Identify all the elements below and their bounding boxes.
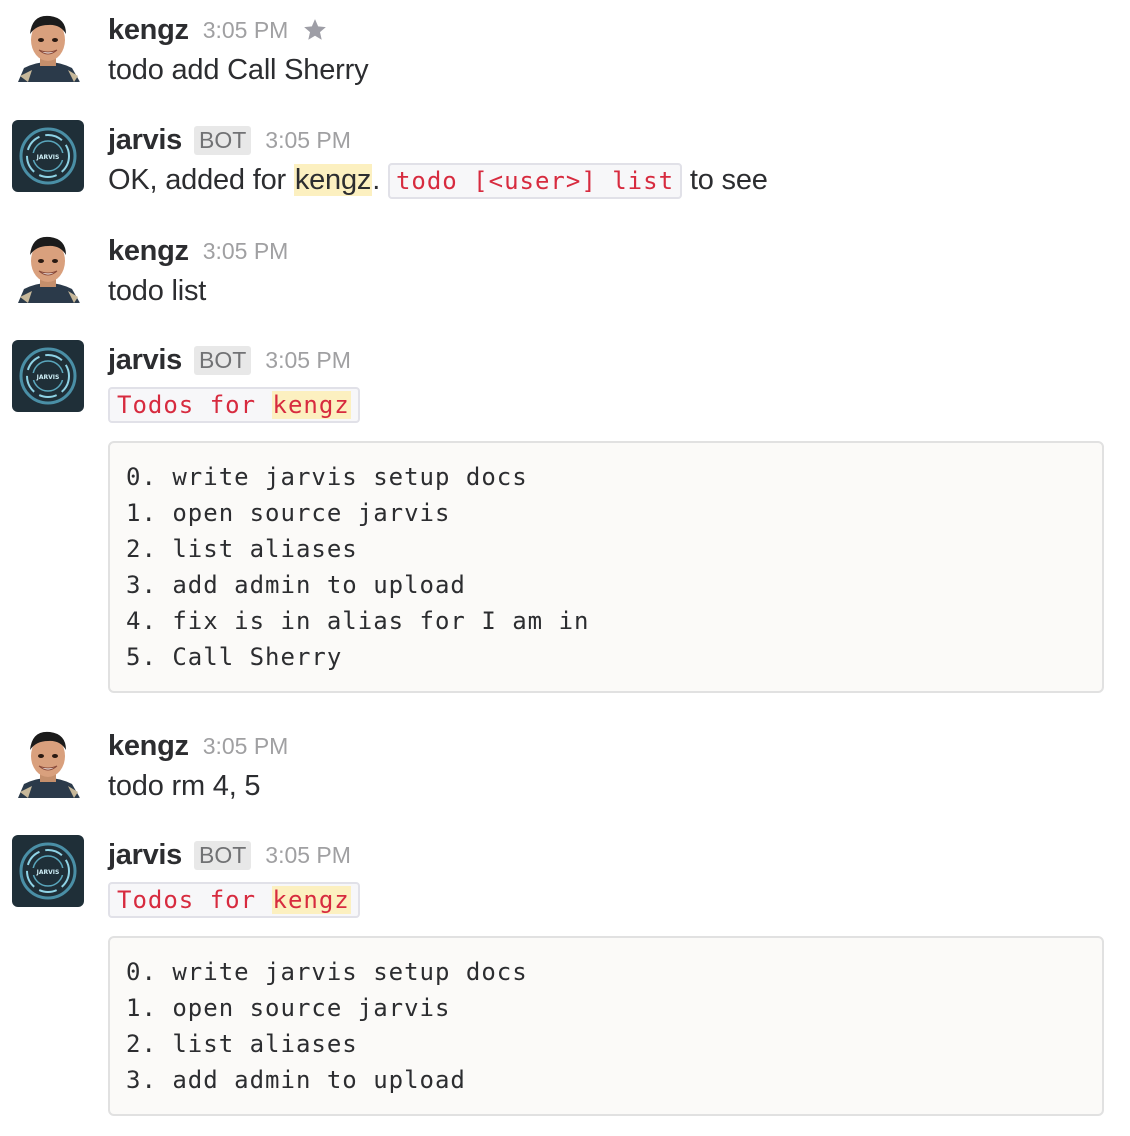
code-line: 3. add admin to upload bbox=[126, 1066, 466, 1094]
text-suffix: to see bbox=[689, 164, 768, 196]
code-block: 0. write jarvis setup docs 1. open sourc… bbox=[108, 441, 1104, 693]
message-header: kengz 3:05 PM bbox=[108, 10, 328, 50]
message-text: todo list bbox=[108, 275, 207, 307]
text-prefix: OK, added for bbox=[108, 164, 294, 196]
bot-badge: BOT bbox=[194, 345, 252, 375]
code-line: 1. open source jarvis bbox=[126, 499, 451, 527]
user-avatar[interactable] bbox=[12, 726, 84, 798]
bot-avatar[interactable]: JARVIS bbox=[12, 835, 84, 907]
bot-avatar[interactable]: JARVIS bbox=[12, 340, 84, 412]
code-prefix: Todos for bbox=[117, 886, 272, 914]
message-text: OK, added for kengz. todo [<user>] list … bbox=[108, 163, 768, 199]
code-line: 1. open source jarvis bbox=[126, 994, 451, 1022]
message-text: todo add Call Sherry bbox=[108, 54, 369, 86]
svg-text:JARVIS: JARVIS bbox=[36, 154, 60, 161]
inline-code: Todos for kengz bbox=[108, 387, 360, 423]
sender-name[interactable]: kengz bbox=[108, 235, 189, 268]
code-block: 0. write jarvis setup docs 1. open sourc… bbox=[108, 936, 1104, 1116]
sender-name[interactable]: jarvis bbox=[108, 344, 182, 377]
timestamp[interactable]: 3:05 PM bbox=[203, 17, 289, 44]
sender-name[interactable]: jarvis bbox=[108, 839, 182, 872]
timestamp[interactable]: 3:05 PM bbox=[265, 347, 351, 374]
message-header: jarvis BOT 3:05 PM bbox=[108, 835, 351, 875]
star-icon[interactable] bbox=[302, 17, 328, 43]
user-avatar[interactable] bbox=[12, 10, 84, 82]
message-header: kengz 3:05 PM bbox=[108, 231, 288, 271]
sender-name[interactable]: kengz bbox=[108, 14, 189, 47]
inline-code: todo [<user>] list bbox=[387, 163, 683, 199]
code-line: 5. Call Sherry bbox=[126, 643, 343, 671]
svg-text:JARVIS: JARVIS bbox=[36, 869, 60, 876]
user-mention[interactable]: kengz bbox=[293, 164, 373, 196]
code-line: 0. write jarvis setup docs bbox=[126, 463, 528, 491]
timestamp[interactable]: 3:05 PM bbox=[265, 127, 351, 154]
code-line: 2. list aliases bbox=[126, 535, 358, 563]
code-line: 3. add admin to upload bbox=[126, 571, 466, 599]
sender-name[interactable]: kengz bbox=[108, 730, 189, 763]
inline-code: Todos for kengz bbox=[108, 882, 360, 918]
code-line: 0. write jarvis setup docs bbox=[126, 958, 528, 986]
code-line: 2. list aliases bbox=[126, 1030, 358, 1058]
message-header: kengz 3:05 PM bbox=[108, 726, 288, 766]
message-text: todo rm 4, 5 bbox=[108, 770, 261, 802]
timestamp[interactable]: 3:05 PM bbox=[203, 238, 289, 265]
timestamp[interactable]: 3:05 PM bbox=[203, 733, 289, 760]
text-mid: . bbox=[372, 164, 381, 196]
bot-badge: BOT bbox=[194, 125, 252, 155]
timestamp[interactable]: 3:05 PM bbox=[265, 842, 351, 869]
user-mention[interactable]: kengz bbox=[271, 886, 351, 914]
code-prefix: Todos for bbox=[117, 391, 272, 419]
message-header: jarvis BOT 3:05 PM bbox=[108, 120, 351, 160]
sender-name[interactable]: jarvis bbox=[108, 124, 182, 157]
message-header: jarvis BOT 3:05 PM bbox=[108, 340, 351, 380]
code-line: 4. fix is in alias for I am in bbox=[126, 607, 590, 635]
svg-text:JARVIS: JARVIS bbox=[36, 374, 60, 381]
user-avatar[interactable] bbox=[12, 231, 84, 303]
user-mention[interactable]: kengz bbox=[271, 391, 351, 419]
bot-badge: BOT bbox=[194, 840, 252, 870]
bot-avatar[interactable]: JARVIS bbox=[12, 120, 84, 192]
